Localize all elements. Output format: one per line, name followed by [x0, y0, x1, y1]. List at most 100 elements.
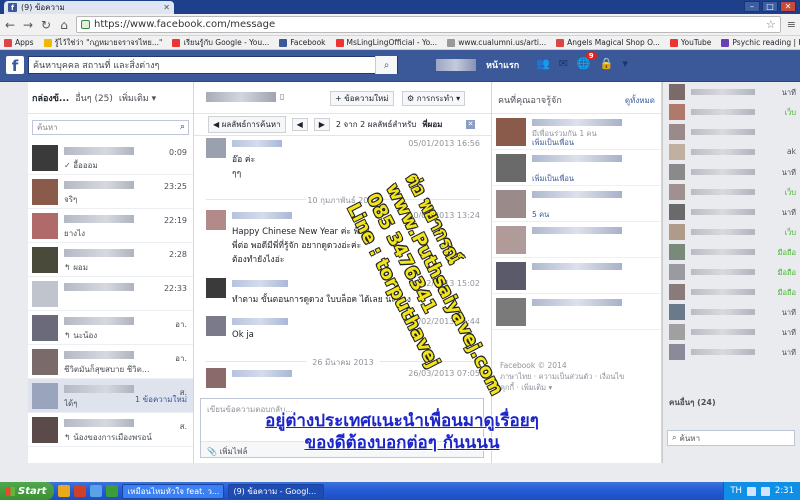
chat-contact[interactable]: [663, 122, 800, 142]
taskbar-item[interactable]: (9) ข้อความ - Googl...: [228, 483, 325, 499]
chat-contact[interactable]: นาที: [663, 302, 800, 322]
quicklaunch-icon[interactable]: [58, 485, 71, 497]
quicklaunch-icon[interactable]: [106, 485, 119, 497]
chat-contact[interactable]: มือถือ: [663, 242, 800, 262]
network-icon[interactable]: [746, 486, 756, 496]
thread-item[interactable]: ↰ น้องของการเมืองพรอน์ ส.: [28, 413, 193, 447]
message-date: 05/01/2013 16:56: [408, 139, 480, 148]
browser-tab[interactable]: f (9) ข้อความ ✕: [4, 1, 174, 14]
privacy-lock-icon[interactable]: 🔒: [600, 57, 614, 70]
bookmark-item[interactable]: รู้ไว้ใช่ว่า "กฎหมายจราจรไทย...": [43, 37, 162, 49]
maximize-icon[interactable]: □: [762, 1, 778, 12]
chat-contact[interactable]: เว็บ: [663, 222, 800, 242]
bookmark-item[interactable]: เรียนรู้กับ Google - You...: [172, 37, 269, 49]
minimize-icon[interactable]: –: [744, 1, 760, 12]
avatar[interactable]: [496, 226, 526, 254]
prev-result-button[interactable]: ◀: [291, 118, 308, 131]
add-friend-link[interactable]: เพิ่มเป็นเพื่อน: [532, 173, 574, 185]
home-link[interactable]: หน้าแรก: [486, 58, 519, 72]
avatar[interactable]: [496, 262, 526, 290]
bookmark-item[interactable]: Angels Magical Shop O...: [556, 38, 660, 47]
facebook-search-input[interactable]: ค้นหาบุคคล สถานที่ และสิ่งต่างๆ ⌕: [28, 56, 398, 74]
chat-contact[interactable]: เว็บ: [663, 182, 800, 202]
conversation-contact-name[interactable]: [206, 92, 276, 102]
back-to-results-button[interactable]: ◀ ผลลัพธ์การค้นหา: [208, 116, 286, 133]
next-result-button[interactable]: ▶: [313, 118, 330, 131]
tab-other[interactable]: อื่นๆ (25): [75, 91, 113, 105]
new-message-button[interactable]: + ข้อความใหม่: [330, 91, 394, 106]
chat-contact[interactable]: นาที: [663, 82, 800, 102]
start-button[interactable]: Start: [0, 482, 55, 500]
footer-links-more[interactable]: คุกกี้ · เพิ่มเติม ▾: [500, 382, 624, 393]
bookmark-item[interactable]: MsLingLingOfficial - Yo...: [335, 38, 437, 47]
search-icon[interactable]: ⌕: [180, 122, 185, 132]
search-icon[interactable]: ⌕: [375, 56, 397, 74]
chat-contact[interactable]: นาที: [663, 322, 800, 342]
chat-contact[interactable]: เว็บ: [663, 102, 800, 122]
bookmark-item[interactable]: YouTube: [669, 38, 711, 47]
forward-icon[interactable]: →: [22, 18, 34, 32]
thread-item[interactable]: จริๆ 23:25: [28, 175, 193, 209]
thread-item[interactable]: ↰ นะน้อง อา.: [28, 311, 193, 345]
avatar[interactable]: [496, 298, 526, 326]
friend-requests-icon[interactable]: 👥: [536, 57, 550, 70]
bookmark-item[interactable]: Facebook: [279, 38, 326, 47]
chat-contact[interactable]: ak: [663, 142, 800, 162]
home-icon[interactable]: ⌂: [58, 18, 70, 32]
chat-contact[interactable]: นาที: [663, 202, 800, 222]
profile-name[interactable]: [436, 59, 476, 71]
bookmark-star-icon[interactable]: ☆: [766, 18, 776, 31]
thread-item[interactable]: ✓ อื้อออม 0:09: [28, 141, 193, 175]
inbox-search-input[interactable]: ค้นหา ⌕: [32, 120, 189, 135]
pymk-name[interactable]: [532, 119, 622, 126]
quicklaunch-icon[interactable]: [90, 485, 103, 497]
notifications-icon[interactable]: 🌐 9: [577, 52, 597, 70]
taskbar-item[interactable]: เหมือนไหมหัวใจ feat. ว...: [122, 483, 225, 499]
back-icon[interactable]: ←: [4, 18, 16, 32]
thread-time: 0:09: [169, 147, 187, 157]
chat-contact[interactable]: นาที: [663, 342, 800, 362]
messages-icon[interactable]: ✉: [559, 57, 568, 70]
volume-icon[interactable]: [760, 486, 770, 496]
caption-line: อยู่ต่างประเทศแนะนำเพื่อนมาดูเรื่อยๆ: [265, 411, 539, 431]
chat-contact[interactable]: นาที: [663, 162, 800, 182]
close-tab-icon[interactable]: ✕: [163, 3, 170, 12]
thread-item[interactable]: ยางไง 22:19: [28, 209, 193, 243]
account-menu-icon[interactable]: ▾: [622, 57, 628, 70]
thread-item[interactable]: 22:33: [28, 277, 193, 311]
pymk-name[interactable]: [532, 155, 622, 162]
browser-menu-icon[interactable]: ≡: [787, 18, 796, 31]
url-input[interactable]: https://www.facebook.com/message ☆: [76, 16, 781, 33]
tab-inbox[interactable]: กล่องข้...: [32, 91, 69, 105]
avatar[interactable]: [496, 154, 526, 182]
chat-contact[interactable]: มือถือ: [663, 282, 800, 302]
actions-button[interactable]: ⚙ การกระทำ ▾: [402, 91, 466, 106]
close-search-icon[interactable]: ✕: [466, 120, 475, 129]
reload-icon[interactable]: ↻: [40, 18, 52, 32]
bookmark-item[interactable]: Apps: [4, 38, 34, 47]
close-window-icon[interactable]: ✕: [780, 1, 796, 12]
chat-search-input[interactable]: ⌕ ค้นหา: [667, 430, 795, 446]
chat-contact[interactable]: มือถือ: [663, 262, 800, 282]
bookmark-item[interactable]: Psychic reading | Horo...: [721, 38, 800, 47]
thread-item[interactable]: ชีวิตมันก็สุขสบาย ชีวิต... อา.: [28, 345, 193, 379]
avatar[interactable]: [496, 118, 526, 146]
pymk-name[interactable]: [532, 191, 622, 198]
pymk-name[interactable]: [532, 227, 622, 234]
language-indicator[interactable]: TH: [730, 486, 742, 496]
avatar: [206, 138, 226, 158]
thread-item[interactable]: ↰ ผอม 2:28: [28, 243, 193, 277]
avatar[interactable]: [496, 190, 526, 218]
chat-contact-name: [691, 109, 755, 115]
facebook-logo-icon[interactable]: f: [6, 56, 24, 75]
pymk-name[interactable]: [532, 263, 622, 270]
thread-item[interactable]: ได้ๆ ส. 1 ข้อความใหม่: [28, 379, 193, 413]
more-dropdown[interactable]: เพิ่มเติม ▾: [119, 91, 156, 105]
add-friend-link[interactable]: เพิ่มเป็นเพื่อน: [532, 137, 574, 149]
see-all-link[interactable]: ดูทั้งหมด: [625, 94, 655, 107]
quicklaunch-icon[interactable]: [74, 485, 87, 497]
thread-body: ↰ ผอม 2:28: [64, 247, 189, 273]
pymk-name[interactable]: [532, 299, 622, 306]
add-friend-link[interactable]: 5 คน: [532, 209, 549, 221]
bookmark-item[interactable]: www.cualumni.us/arti...: [447, 38, 546, 47]
